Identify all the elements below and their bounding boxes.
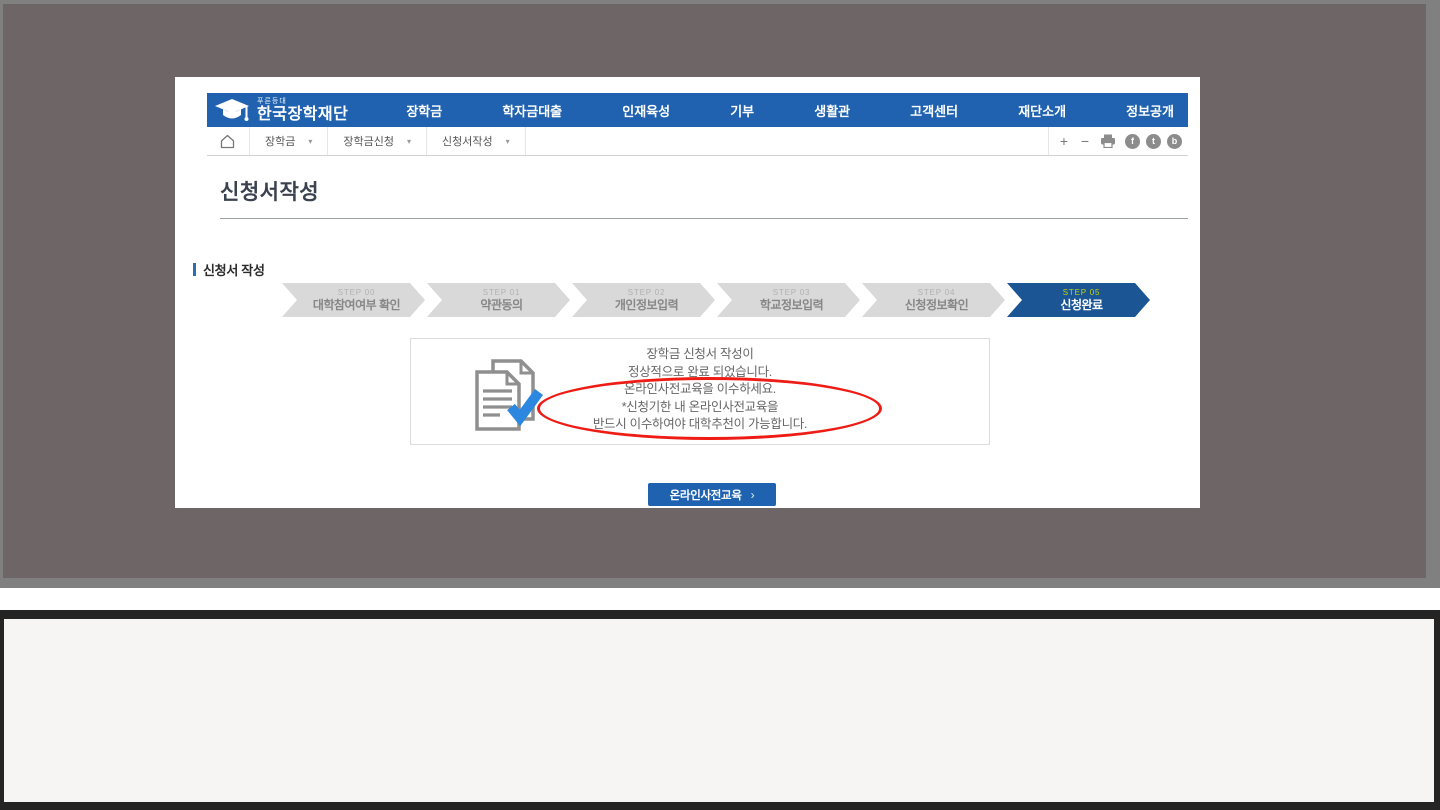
main-navbar: 푸른등대 한국장학재단 장학금 학자금대출 인재육성 기부 생활관 고객센터 재단소개 정보공… — [207, 93, 1188, 127]
font-zoom-out-button[interactable]: − — [1079, 134, 1091, 148]
result-line-1: 장학금 신청서 작성이 — [411, 346, 989, 364]
step-1: STEP 01약관동의 — [427, 283, 570, 317]
step-number: STEP 03 — [773, 288, 810, 298]
step-4: STEP 04신청정보확인 — [862, 283, 1005, 317]
title-divider — [220, 218, 1188, 219]
step-2: STEP 02개인정보입력 — [572, 283, 715, 317]
completion-message-box: 장학금 신청서 작성이정상적으로 완료 되었습니다.온라인사전교육을 이수하세요… — [410, 338, 990, 445]
chevron-down-icon: ▾ — [407, 137, 411, 146]
step-0: STEP 00대학참여여부 확인 — [282, 283, 425, 317]
logo-text: 푸른등대 한국장학재단 — [257, 98, 348, 123]
step-label: 신청정보확인 — [905, 298, 968, 312]
facebook-icon[interactable]: f — [1125, 134, 1140, 149]
breadcrumb-label: 장학금신청 — [343, 133, 394, 149]
result-line-5: 반드시 이수하여야 대학추천이 가능합니다. — [411, 416, 989, 434]
online-education-button-label: 온라인사전교육 — [670, 487, 742, 503]
graduation-cap-icon — [215, 97, 251, 124]
step-label: 학교정보입력 — [760, 298, 823, 312]
breadcrumb-item-1[interactable]: 장학금 ▾ — [250, 133, 327, 149]
step-3: STEP 03학교정보입력 — [717, 283, 860, 317]
breadcrumb-tools: + − ftb — [1048, 127, 1182, 155]
tools-divider — [1048, 127, 1049, 155]
result-line-2: 정상적으로 완료 되었습니다. — [411, 364, 989, 382]
completion-message: 장학금 신청서 작성이정상적으로 완료 되었습니다.온라인사전교육을 이수하세요… — [411, 346, 989, 434]
breadcrumb-separator — [525, 127, 526, 155]
step-number: STEP 02 — [628, 288, 665, 298]
website-screenshot-panel: 푸른등대 한국장학재단 장학금 학자금대출 인재육성 기부 생활관 고객센터 재단소개 정보공… — [175, 77, 1200, 508]
result-line-4: *신청기한 내 온라인사전교육을 — [411, 399, 989, 417]
logo-slogan: 푸른등대 — [257, 98, 348, 105]
step-label: 약관동의 — [480, 298, 522, 312]
breadcrumb-label: 장학금 — [265, 133, 295, 149]
home-icon[interactable] — [220, 134, 235, 149]
nav-item-4[interactable]: 기부 — [730, 101, 754, 120]
chevron-down-icon: ▾ — [506, 137, 510, 146]
step-5-active: STEP 05신청완료 — [1007, 283, 1150, 317]
notes-box-frame — [0, 610, 1440, 810]
step-number: STEP 01 — [483, 288, 520, 298]
chevron-down-icon: ▾ — [308, 137, 312, 146]
nav-item-8[interactable]: 정보공개 — [1126, 101, 1174, 120]
slide: 푸른등대 한국장학재단 장학금 학자금대출 인재육성 기부 생활관 고객센터 재단소개 정보공… — [0, 0, 1440, 810]
blog-icon[interactable]: b — [1167, 134, 1182, 149]
nav-item-5[interactable]: 생활관 — [814, 101, 850, 120]
social-icons: ftb — [1125, 134, 1182, 149]
breadcrumb-label: 신청서작성 — [442, 133, 493, 149]
section-title: 신청서 작성 — [203, 260, 265, 279]
step-number: STEP 05 — [1063, 288, 1100, 298]
step-label: 개인정보입력 — [615, 298, 678, 312]
notes-box — [4, 619, 1434, 802]
logo-name: 한국장학재단 — [257, 107, 348, 123]
breadcrumb: 장학금 ▾ 장학금신청 ▾ 신청서작성 ▾ + − ftb — [207, 127, 1188, 156]
step-label: 신청완료 — [1060, 298, 1102, 312]
chevron-right-icon: › — [751, 488, 755, 502]
page-title: 신청서작성 — [220, 176, 319, 206]
online-education-button[interactable]: 온라인사전교육 › — [648, 483, 776, 506]
step-number: STEP 04 — [918, 288, 955, 298]
nav-item-6[interactable]: 고객센터 — [910, 101, 958, 120]
section-accent-bar — [193, 263, 196, 276]
step-label: 대학참여여부 확인 — [313, 298, 400, 312]
breadcrumb-item-2[interactable]: 장학금신청 ▾ — [328, 133, 426, 149]
nav-item-7[interactable]: 재단소개 — [1018, 101, 1066, 120]
nav-item-3[interactable]: 인재육성 — [622, 101, 670, 120]
nav-item-1[interactable]: 장학금 — [406, 101, 442, 120]
result-line-3: 온라인사전교육을 이수하세요. — [411, 381, 989, 399]
nav-menu: 장학금 학자금대출 인재육성 기부 생활관 고객센터 재단소개 정보공개 — [406, 101, 1174, 120]
step-number: STEP 00 — [338, 288, 375, 298]
font-zoom-in-button[interactable]: + — [1058, 134, 1070, 148]
nav-item-2[interactable]: 학자금대출 — [502, 101, 562, 120]
kosaf-logo[interactable]: 푸른등대 한국장학재단 — [207, 93, 348, 127]
step-progress: STEP 00대학참여여부 확인STEP 01약관동의STEP 02개인정보입력… — [282, 283, 1150, 317]
section-header: 신청서 작성 — [193, 260, 265, 279]
breadcrumb-items: 장학금 ▾ 장학금신청 ▾ 신청서작성 ▾ — [249, 127, 526, 155]
breadcrumb-item-3[interactable]: 신청서작성 ▾ — [427, 133, 525, 149]
print-icon[interactable] — [1100, 134, 1116, 148]
twitter-icon[interactable]: t — [1146, 134, 1161, 149]
